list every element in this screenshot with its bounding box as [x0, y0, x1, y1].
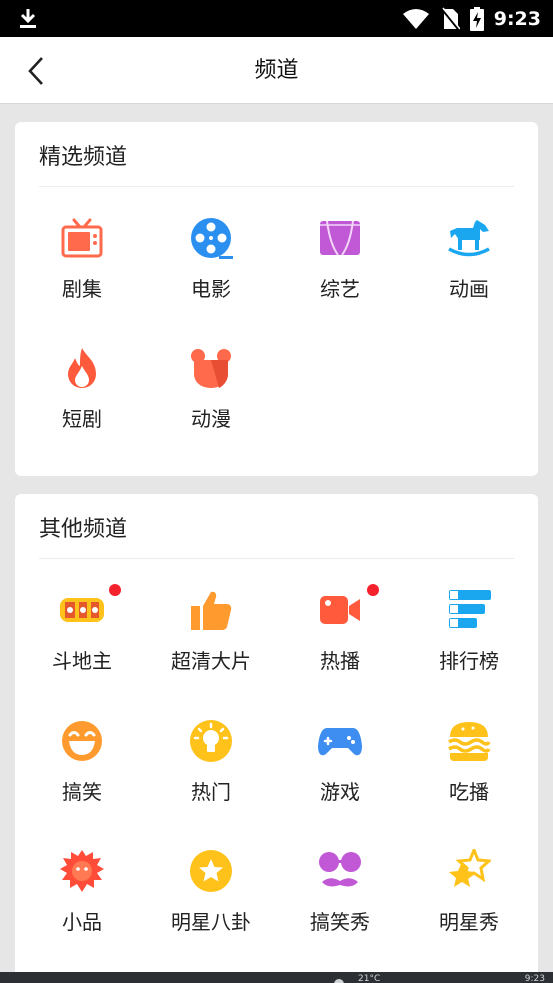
- download-icon: [20, 9, 36, 28]
- bear-icon: [189, 346, 233, 390]
- notification-dot: [109, 584, 121, 596]
- channel-label: 斗地主: [52, 649, 112, 673]
- laughing-face-icon: [60, 719, 104, 763]
- page-title: 频道: [254, 58, 299, 83]
- section-title: 其他频道: [39, 517, 128, 542]
- channel-item-hot-play[interactable]: 热播: [285, 584, 395, 698]
- burger-icon: [447, 719, 491, 763]
- lightbulb-icon: [189, 719, 233, 763]
- channel-item-variety[interactable]: 综艺: [285, 216, 395, 326]
- channel-label: 明星八卦: [171, 910, 251, 934]
- channel-label: 电影: [191, 277, 231, 301]
- double-star-icon: [447, 849, 491, 893]
- status-time: 9:23: [493, 7, 541, 30]
- channel-label: 超清大片: [171, 649, 251, 673]
- star-badge-icon: [189, 849, 233, 893]
- battery-charging-icon: [469, 6, 484, 31]
- channel-item-animation[interactable]: 动画: [414, 216, 524, 326]
- channel-item-short-drama[interactable]: 短剧: [27, 346, 137, 456]
- film-reel-icon: [189, 216, 233, 260]
- channel-label: 排行榜: [439, 649, 499, 673]
- channel-item-popular[interactable]: 热门: [156, 719, 266, 829]
- channel-item-mukbang[interactable]: 吃播: [414, 719, 524, 829]
- channel-item-celebrity-show[interactable]: 明星秀: [414, 849, 524, 959]
- channel-label: 热播: [320, 649, 360, 673]
- channel-label: 短剧: [62, 407, 102, 431]
- status-bar: 9:23: [0, 0, 553, 37]
- channel-item-games[interactable]: 游戏: [285, 719, 395, 829]
- tv-icon: [60, 216, 104, 260]
- doudizhu-logo-icon: [60, 588, 104, 632]
- channel-label: 明星秀: [439, 910, 499, 934]
- taskbar-time: 9:23: [524, 974, 545, 983]
- ranking-list-icon: [447, 588, 491, 632]
- channel-label: 游戏: [320, 780, 360, 804]
- channel-item-funny[interactable]: 搞笑: [27, 719, 137, 829]
- channel-label: 剧集: [62, 277, 102, 301]
- channel-item-skit[interactable]: 小品: [27, 849, 137, 959]
- channel-label: 搞笑秀: [310, 910, 370, 934]
- notification-dot: [367, 584, 379, 596]
- channel-label: 动画: [449, 277, 489, 301]
- glasses-mustache-icon: [318, 849, 362, 893]
- rocking-horse-icon: [447, 216, 491, 260]
- wifi-icon: [402, 8, 429, 29]
- channel-item-ranking[interactable]: 排行榜: [414, 588, 524, 698]
- channel-item-comedy-show[interactable]: 搞笑秀: [285, 849, 395, 959]
- lion-mask-icon: [60, 849, 104, 893]
- channel-label: 动漫: [191, 407, 231, 431]
- weather-icon: [334, 979, 344, 983]
- channel-label: 吃播: [449, 780, 489, 804]
- channel-label: 综艺: [320, 277, 360, 301]
- divider: [39, 558, 514, 559]
- stage-curtain-icon: [318, 216, 362, 260]
- taskbar-temperature: 21°C: [358, 974, 381, 983]
- channel-item-doudizhu[interactable]: 斗地主: [27, 584, 137, 698]
- featured-channels-card: 精选频道 剧集 电影 综艺 动画 短剧 动漫: [15, 122, 538, 476]
- channel-label: 搞笑: [62, 780, 102, 804]
- video-camera-icon: [318, 588, 362, 632]
- channel-item-hd-movies[interactable]: 超清大片: [156, 588, 266, 698]
- thumbs-up-icon: [189, 588, 233, 632]
- other-channels-card: 其他频道 斗地主 超清大片 热播 排行榜 搞笑 热门 游戏 吃播 小品 明星八卦…: [15, 494, 538, 983]
- channel-item-anime[interactable]: 动漫: [156, 346, 266, 456]
- channel-item-celebrity-gossip[interactable]: 明星八卦: [156, 849, 266, 959]
- system-taskbar: 21°C 9:23: [0, 972, 553, 983]
- gamepad-icon: [318, 719, 362, 763]
- channel-label: 小品: [62, 910, 102, 934]
- divider: [39, 186, 514, 187]
- section-title: 精选频道: [39, 145, 128, 170]
- app-header: 频道: [0, 37, 553, 104]
- channel-item-tv[interactable]: 剧集: [27, 216, 137, 326]
- channel-label: 热门: [191, 780, 231, 804]
- channel-item-movie[interactable]: 电影: [156, 216, 266, 326]
- flame-icon: [60, 346, 104, 390]
- no-sim-icon: [440, 7, 460, 31]
